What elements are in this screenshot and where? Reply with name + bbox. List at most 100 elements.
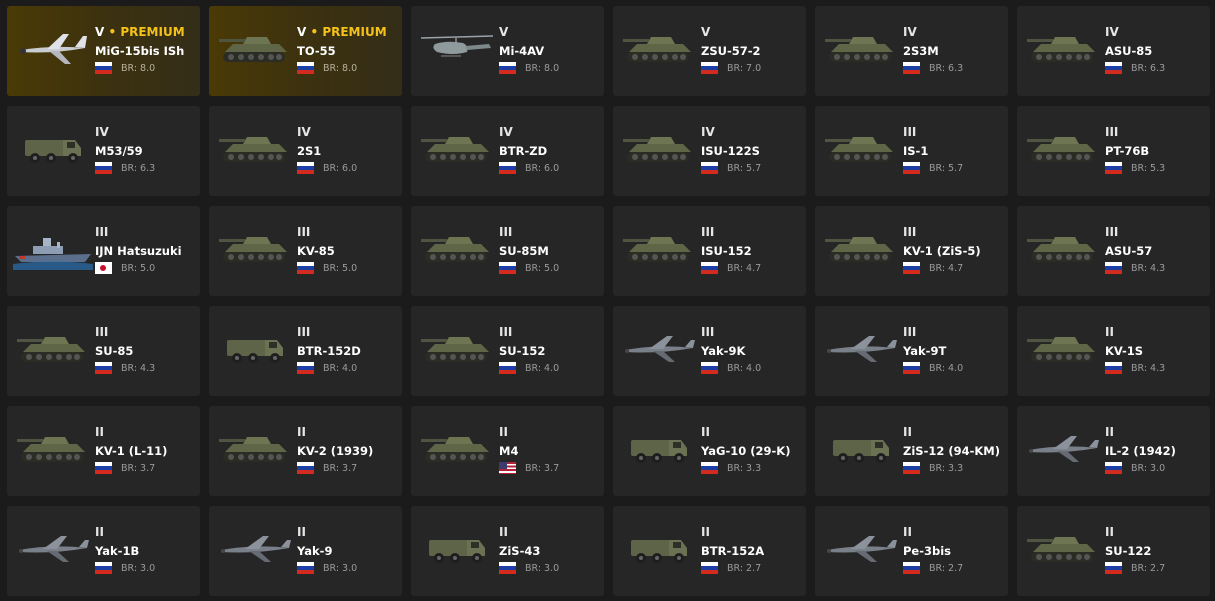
- vehicle-card-2[interactable]: V Mi-4AV BR: 8.0: [411, 6, 604, 96]
- vehicle-card-21[interactable]: III Yak-9K BR: 4.0: [613, 306, 806, 396]
- vehicle-card-7[interactable]: IV 2S1 BR: 6.0: [209, 106, 402, 196]
- vehicle-card-6[interactable]: IV M53/59 BR: 6.3: [7, 106, 200, 196]
- vehicle-rank: V: [499, 25, 600, 40]
- vehicle-card-10[interactable]: III IS-1 BR: 5.7: [815, 106, 1008, 196]
- tank-icon: [421, 337, 489, 362]
- battle-rating: BR: 7.0: [727, 62, 762, 74]
- rank-label: III: [903, 125, 917, 139]
- vehicle-rank: II: [499, 425, 600, 440]
- vehicle-card-19[interactable]: III BTR-152D BR: 4.0: [209, 306, 402, 396]
- vehicle-name: TO-55: [297, 44, 336, 58]
- vehicle-card-28[interactable]: II ZiS-12 (94-KM) BR: 3.3: [815, 406, 1008, 496]
- vehicle-thumbnail: [13, 326, 93, 370]
- vehicle-meta: BR: 4.0: [297, 362, 398, 374]
- rank-label: II: [903, 425, 912, 439]
- vehicle-card-8[interactable]: IV BTR-ZD BR: 6.0: [411, 106, 604, 196]
- vehicle-name: IJN Hatsuzuki: [95, 244, 182, 258]
- vehicle-card-29[interactable]: II IL-2 (1942) BR: 3.0: [1017, 406, 1210, 496]
- vehicle-card-13[interactable]: III KV-85 BR: 5.0: [209, 206, 402, 296]
- vehicle-info: IV 2S1 BR: 6.0: [297, 125, 398, 174]
- ussr-flag-icon: [297, 262, 314, 274]
- vehicle-card-25[interactable]: II KV-2 (1939) BR: 3.7: [209, 406, 402, 496]
- vehicle-grid: V • PREMIUM MiG-15bis ISh BR: 8.0 V • PR…: [0, 0, 1215, 601]
- vehicle-card-33[interactable]: II BTR-152A BR: 2.7: [613, 506, 806, 596]
- battle-rating: BR: 4.3: [1131, 262, 1166, 274]
- tank-icon: [17, 337, 85, 362]
- rank-label: II: [499, 425, 508, 439]
- vehicle-name: Yak-9K: [701, 344, 746, 358]
- vehicle-card-22[interactable]: III Yak-9T BR: 4.0: [815, 306, 1008, 396]
- vehicle-meta: BR: 4.7: [903, 262, 1004, 274]
- vehicle-card-32[interactable]: II ZiS-43 BR: 3.0: [411, 506, 604, 596]
- vehicle-info: II YaG-10 (29-K) BR: 3.3: [701, 425, 802, 474]
- vehicle-card-34[interactable]: II Pe-3bis BR: 2.7: [815, 506, 1008, 596]
- vehicle-name: Mi-4AV: [499, 44, 545, 58]
- tank-icon: [219, 437, 287, 462]
- vehicle-meta: BR: 5.0: [297, 262, 398, 274]
- vehicle-card-11[interactable]: III PT-76B BR: 5.3: [1017, 106, 1210, 196]
- vehicle-meta: BR: 3.7: [95, 462, 196, 474]
- rank-label: V: [95, 25, 105, 39]
- vehicle-card-23[interactable]: II KV-1S BR: 4.3: [1017, 306, 1210, 396]
- plane-icon: [221, 536, 291, 562]
- vehicle-card-31[interactable]: II Yak-9 BR: 3.0: [209, 506, 402, 596]
- vehicle-card-18[interactable]: III SU-85 BR: 4.3: [7, 306, 200, 396]
- vehicle-thumbnail: [215, 226, 295, 270]
- vehicle-card-3[interactable]: V ZSU-57-2 BR: 7.0: [613, 6, 806, 96]
- ussr-flag-icon: [95, 362, 112, 374]
- vehicle-name: 2S1: [297, 144, 322, 158]
- vehicle-meta: BR: 3.0: [95, 562, 196, 574]
- vehicle-rank: IV: [1105, 25, 1206, 40]
- vehicle-rank: II: [1105, 525, 1206, 540]
- vehicle-card-15[interactable]: III ISU-152 BR: 4.7: [613, 206, 806, 296]
- vehicle-card-17[interactable]: III ASU-57 BR: 4.3: [1017, 206, 1210, 296]
- vehicle-card-0[interactable]: V • PREMIUM MiG-15bis ISh BR: 8.0: [7, 6, 200, 96]
- premium-tag: • PREMIUM: [306, 25, 386, 39]
- ussr-flag-icon: [297, 62, 314, 74]
- vehicle-info: IV M53/59 BR: 6.3: [95, 125, 196, 174]
- vehicle-card-5[interactable]: IV ASU-85 BR: 6.3: [1017, 6, 1210, 96]
- vehicle-rank: III: [1105, 125, 1206, 140]
- battle-rating: BR: 3.7: [121, 462, 156, 474]
- vehicle-thumbnail: [1023, 226, 1103, 270]
- vehicle-card-30[interactable]: II Yak-1B BR: 3.0: [7, 506, 200, 596]
- vehicle-card-14[interactable]: III SU-85M BR: 5.0: [411, 206, 604, 296]
- vehicle-info: II ZiS-43 BR: 3.0: [499, 525, 600, 574]
- rank-label: III: [499, 225, 513, 239]
- vehicle-card-24[interactable]: II KV-1 (L-11) BR: 3.7: [7, 406, 200, 496]
- battle-rating: BR: 2.7: [1131, 562, 1166, 574]
- vehicle-card-12[interactable]: III IJN Hatsuzuki BR: 5.0: [7, 206, 200, 296]
- tank-icon: [1027, 137, 1095, 162]
- battle-rating: BR: 4.3: [1131, 362, 1166, 374]
- tank-icon: [623, 237, 691, 262]
- rank-label: V: [499, 25, 509, 39]
- vehicle-card-9[interactable]: IV ISU-122S BR: 5.7: [613, 106, 806, 196]
- vehicle-card-4[interactable]: IV 2S3M BR: 6.3: [815, 6, 1008, 96]
- ship-icon: [13, 238, 93, 270]
- vehicle-card-27[interactable]: II YaG-10 (29-K) BR: 3.3: [613, 406, 806, 496]
- vehicle-card-35[interactable]: II SU-122 BR: 2.7: [1017, 506, 1210, 596]
- ussr-flag-icon: [1105, 362, 1122, 374]
- vehicle-name: BTR-152A: [701, 544, 765, 558]
- vehicle-card-1[interactable]: V • PREMIUM TO-55 BR: 8.0: [209, 6, 402, 96]
- battle-rating: BR: 6.0: [525, 162, 560, 174]
- vehicle-meta: BR: 6.0: [499, 162, 600, 174]
- vehicle-thumbnail: [619, 426, 699, 470]
- vehicle-card-26[interactable]: II M4 BR: 3.7: [411, 406, 604, 496]
- vehicle-info: II KV-1S BR: 4.3: [1105, 325, 1206, 374]
- vehicle-thumbnail: [417, 426, 497, 470]
- vehicle-meta: BR: 4.0: [903, 362, 1004, 374]
- rank-label: IV: [1105, 25, 1119, 39]
- ussr-flag-icon: [1105, 262, 1122, 274]
- vehicle-meta: BR: 8.0: [297, 62, 398, 74]
- vehicle-card-16[interactable]: III KV-1 (ZiS-5) BR: 4.7: [815, 206, 1008, 296]
- vehicle-rank: III: [903, 125, 1004, 140]
- vehicle-card-20[interactable]: III SU-152 BR: 4.0: [411, 306, 604, 396]
- ussr-flag-icon: [903, 62, 920, 74]
- vehicle-name: Yak-1B: [95, 544, 140, 558]
- tank-icon: [623, 137, 691, 162]
- vehicle-info: V Mi-4AV BR: 8.0: [499, 25, 600, 74]
- vehicle-info: III SU-85 BR: 4.3: [95, 325, 196, 374]
- vehicle-name: ISU-122S: [701, 144, 760, 158]
- vehicle-meta: BR: 3.7: [297, 462, 398, 474]
